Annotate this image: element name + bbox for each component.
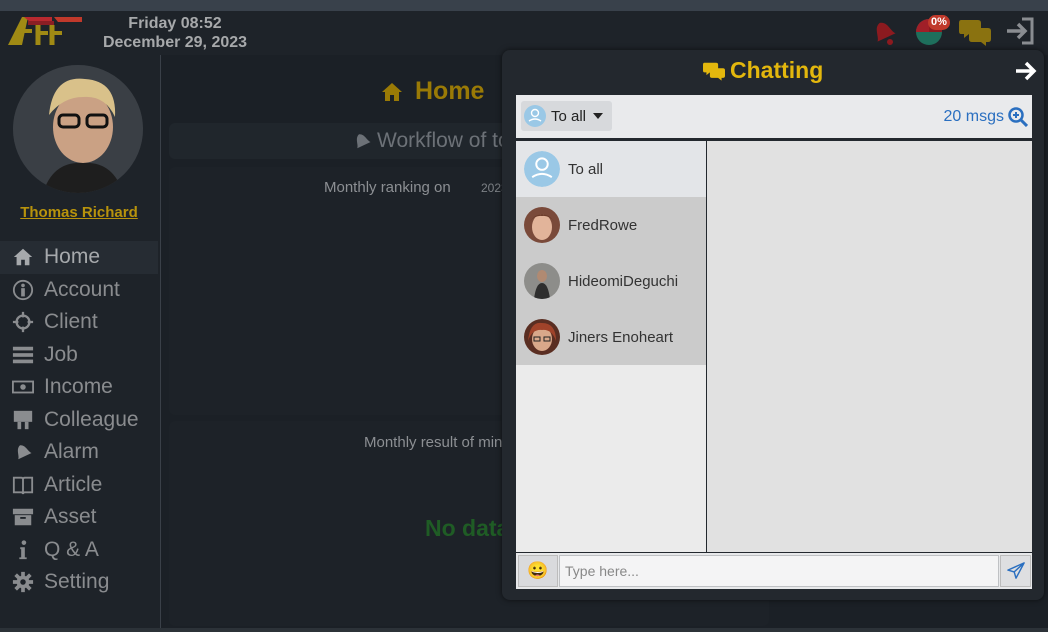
sidebar-item-label: Colleague	[44, 407, 139, 431]
caret-down-icon	[593, 113, 604, 119]
conversation-area[interactable]	[707, 141, 1032, 552]
account-icon	[12, 279, 34, 300]
chat-title: Chatting	[702, 57, 823, 84]
sidebar-item-label: Article	[44, 472, 103, 496]
sidebar-item-asset[interactable]: Asset	[0, 501, 158, 534]
chat-close-arrow-icon[interactable]	[1014, 59, 1038, 88]
recipient-dropdown[interactable]: To all	[521, 101, 612, 131]
sidebar-item-label: Q & A	[44, 537, 99, 561]
emoji-icon: 😀	[527, 561, 549, 580]
avatar	[524, 207, 560, 243]
sidebar-item-client[interactable]: Client	[0, 306, 158, 339]
sidebar-item-account[interactable]: Account	[0, 274, 158, 307]
group-avatar-icon	[524, 151, 560, 187]
app-logo[interactable]	[6, 13, 84, 52]
gear-icon	[12, 572, 34, 593]
box-icon	[12, 509, 34, 526]
contact-name: FredRowe	[568, 216, 638, 234]
home-icon	[382, 82, 402, 101]
datetime: Friday 08:52 December 29, 2023	[102, 14, 248, 52]
chat-bubbles-icon	[703, 62, 725, 81]
sidebar-menu: Home Account Client Job Income Colleague…	[0, 241, 158, 599]
sidebar-item-label: Alarm	[44, 440, 99, 464]
sidebar-item-label: Account	[44, 277, 120, 301]
contact-item[interactable]: Jiners Enoheart	[516, 309, 706, 365]
info-icon	[19, 540, 27, 559]
logout-icon[interactable]	[1004, 15, 1036, 52]
sidebar-item-label: Income	[44, 375, 113, 399]
page-title: Home	[379, 77, 484, 106]
sidebar-item-label: Setting	[44, 570, 110, 594]
messages-count: 20 msgs	[943, 108, 1004, 125]
window-top-strip	[0, 0, 1048, 11]
sidebar-item-article[interactable]: Article	[0, 469, 158, 502]
contact-item[interactable]: FredRowe	[516, 197, 706, 253]
page-title-text: Home	[415, 77, 485, 105]
user-avatar[interactable]	[13, 65, 143, 193]
ranking-label: Monthly ranking on	[324, 179, 451, 196]
contact-name: HideomiDeguchi	[568, 272, 679, 290]
contact-item-to-all[interactable]: To all	[516, 141, 706, 197]
contact-name: To all	[568, 160, 604, 178]
contact-list: To all FredRowe HideomiDeguchi Jiners En…	[516, 141, 706, 552]
progress-badge: 0%	[928, 15, 950, 30]
avatar	[524, 319, 560, 355]
chat-title-text: Chatting	[730, 57, 824, 83]
sidebar-item-qa[interactable]: Q & A	[0, 534, 158, 567]
sidebar: Thomas Richard Home Account Client Job I…	[0, 55, 158, 632]
top-header: Friday 08:52 December 29, 2023 0%	[0, 11, 1048, 55]
job-icon	[12, 346, 34, 363]
day-time: Friday 08:52	[128, 15, 222, 32]
client-icon	[12, 312, 34, 333]
sidebar-item-label: Home	[44, 245, 101, 269]
sidebar-item-label: Job	[44, 342, 78, 366]
user-name-link[interactable]: Thomas Richard	[0, 204, 158, 221]
recipient-label: To all	[551, 107, 587, 125]
sidebar-item-setting[interactable]: Setting	[0, 566, 158, 599]
money-icon	[12, 380, 34, 394]
avatar	[524, 263, 560, 299]
message-input[interactable]	[559, 555, 999, 587]
emoji-button[interactable]: 😀	[518, 555, 558, 587]
chat-toolbar: To all 20 msgs	[516, 95, 1032, 138]
sidebar-item-label: Client	[44, 310, 98, 334]
colleague-icon	[13, 410, 33, 429]
bell-icon	[356, 134, 371, 149]
bottom-strip	[0, 628, 1048, 632]
sidebar-item-colleague[interactable]: Colleague	[0, 404, 158, 437]
group-avatar-icon	[524, 105, 546, 127]
sidebar-item-income[interactable]: Income	[0, 371, 158, 404]
date: December 29, 2023	[102, 34, 248, 51]
bell-icon[interactable]	[868, 16, 900, 53]
send-icon	[1006, 562, 1025, 579]
contact-item[interactable]: HideomiDeguchi	[516, 253, 706, 309]
home-icon	[13, 249, 33, 266]
contact-name: Jiners Enoheart	[568, 328, 674, 346]
sidebar-item-home[interactable]: Home	[0, 241, 158, 274]
result-label: Monthly result of mine	[364, 434, 511, 451]
send-button[interactable]	[1000, 555, 1031, 587]
sidebar-item-alarm[interactable]: Alarm	[0, 436, 158, 469]
zoom-in-icon	[1008, 107, 1028, 127]
chat-bubbles-icon[interactable]	[958, 16, 992, 53]
sidebar-item-job[interactable]: Job	[0, 339, 158, 372]
messages-count-button[interactable]: 20 msgs	[944, 107, 1028, 127]
bell-icon	[17, 445, 32, 460]
chat-input-row: 😀	[516, 553, 1032, 589]
sidebar-item-label: Asset	[44, 505, 97, 529]
book-icon	[12, 476, 34, 494]
no-data-text: No data	[425, 515, 510, 541]
chat-window: Chatting To all 20 msgs To all FredRowe	[502, 50, 1044, 600]
